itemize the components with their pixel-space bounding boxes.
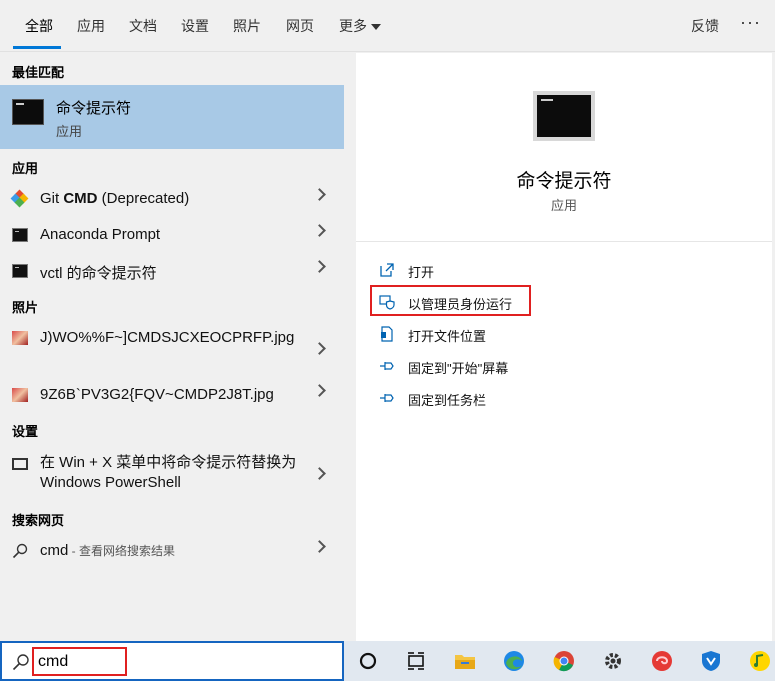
chevron-right-icon[interactable] — [313, 467, 326, 480]
pin-icon — [380, 394, 394, 402]
music-icon[interactable] — [748, 649, 770, 673]
image-icon — [12, 388, 28, 402]
settings-result[interactable]: 在 Win + X 菜单中将命令提示符替换为 Windows PowerShel… — [0, 453, 344, 497]
photo-result-label: J)WO%%F~]CMDSJCXEOCPRFP.jpg — [40, 329, 295, 346]
tab-apps[interactable]: 应用 — [77, 16, 105, 36]
preview-pane: 命令提示符 应用 打开 以管理员身份运行 打开文件位置 固定到"开始"屏幕 固定… — [356, 53, 772, 641]
app-result-label: vctl 的命令提示符 — [40, 265, 157, 282]
web-suffix: - 查看网络搜索结果 — [68, 544, 176, 558]
anaconda-prompt-icon — [12, 228, 28, 242]
command-prompt-icon — [12, 99, 44, 125]
app-result-label: Anaconda Prompt — [40, 226, 161, 243]
chevron-right-icon[interactable] — [313, 384, 326, 397]
settings-gear-icon[interactable] — [601, 649, 625, 673]
search-icon — [12, 654, 29, 671]
file-explorer-icon[interactable] — [453, 649, 477, 673]
action-label: 固定到"开始"屏幕 — [408, 361, 509, 376]
action-label: 固定到任务栏 — [408, 393, 487, 408]
section-photos: 照片 — [12, 300, 39, 315]
image-icon — [12, 331, 28, 345]
section-best-match: 最佳匹配 — [12, 65, 65, 80]
tab-settings[interactable]: 设置 — [181, 16, 209, 36]
active-tab-indicator — [13, 46, 61, 49]
web-query: cmd — [40, 542, 69, 559]
tab-web[interactable]: 网页 — [286, 16, 314, 36]
chevron-right-icon[interactable] — [313, 224, 326, 237]
app-icon[interactable] — [650, 649, 674, 673]
photo-result-1[interactable]: J)WO%%F~]CMDSJCXEOCPRFP.jpg — [0, 328, 344, 374]
action-open[interactable]: 打开 — [376, 259, 756, 281]
security-icon[interactable] — [699, 649, 723, 673]
best-match-item[interactable]: 命令提示符 应用 — [0, 85, 344, 149]
action-label: 打开文件位置 — [408, 329, 487, 344]
git-icon — [10, 189, 29, 208]
cortana-icon[interactable] — [356, 649, 380, 673]
photo-result-label: 9Z6B`PV3G2{FQV~CMDP2J8T.jpg — [40, 386, 274, 403]
preview-title: 命令提示符 — [516, 171, 612, 192]
app-result-label: Git CMD (Deprecated) — [40, 190, 189, 207]
results-list: 最佳匹配 命令提示符 应用 应用 Git CMD (Deprecated) An… — [0, 53, 344, 641]
app-result-git-cmd[interactable]: Git CMD (Deprecated) — [0, 181, 344, 217]
label-text: (Deprecated) — [97, 190, 190, 207]
chrome-icon[interactable] — [552, 649, 576, 673]
best-match-title: 命令提示符 — [56, 100, 132, 117]
tab-all[interactable]: 全部 — [25, 16, 53, 36]
divider — [356, 241, 772, 242]
tab-more-label: 更多 — [339, 18, 367, 34]
open-icon — [380, 263, 394, 277]
command-prompt-icon — [533, 91, 595, 141]
edge-icon[interactable] — [502, 649, 526, 673]
label-text: Git — [40, 190, 64, 207]
chevron-right-icon[interactable] — [313, 540, 326, 553]
best-match-subtitle: 应用 — [56, 124, 83, 139]
section-web: 搜索网页 — [12, 513, 65, 528]
web-search-label: cmd - 查看网络搜索结果 — [40, 542, 175, 559]
search-icon — [12, 543, 28, 559]
settings-window-icon — [12, 458, 28, 470]
taskbar — [344, 641, 775, 681]
feedback-button[interactable]: 反馈 — [691, 16, 719, 36]
action-pin-to-start[interactable]: 固定到"开始"屏幕 — [376, 355, 756, 377]
pin-icon — [380, 362, 394, 370]
app-result-anaconda[interactable]: Anaconda Prompt — [0, 217, 344, 253]
file-location-icon — [381, 326, 393, 342]
annotation-highlight-box — [32, 647, 127, 676]
action-open-file-location[interactable]: 打开文件位置 — [376, 323, 756, 345]
more-options-button[interactable]: ··· — [740, 12, 761, 33]
tab-documents[interactable]: 文档 — [129, 16, 157, 36]
tab-photos[interactable]: 照片 — [233, 16, 261, 36]
search-filter-bar: 全部 应用 文档 设置 照片 网页 更多 反馈 ··· — [0, 0, 775, 52]
chevron-right-icon[interactable] — [313, 342, 326, 355]
task-view-icon[interactable] — [404, 649, 428, 673]
section-settings: 设置 — [12, 424, 39, 439]
chevron-right-icon[interactable] — [313, 260, 326, 273]
chevron-right-icon[interactable] — [313, 188, 326, 201]
vctl-prompt-icon — [12, 264, 28, 278]
web-search-result[interactable]: cmd - 查看网络搜索结果 — [0, 533, 344, 569]
action-pin-to-taskbar[interactable]: 固定到任务栏 — [376, 387, 756, 409]
match-highlight: CMD — [63, 190, 98, 207]
photo-result-2[interactable]: 9Z6B`PV3G2{FQV~CMDP2J8T.jpg — [0, 377, 344, 413]
settings-result-label: 在 Win + X 菜单中将命令提示符替换为 Windows PowerShel… — [40, 454, 297, 491]
tab-more[interactable]: 更多 — [339, 16, 381, 36]
chevron-down-icon — [371, 24, 381, 31]
action-label: 打开 — [408, 265, 435, 280]
preview-subtitle: 应用 — [550, 198, 577, 213]
app-result-vctl[interactable]: vctl 的命令提示符 — [0, 253, 344, 289]
section-apps: 应用 — [12, 161, 39, 176]
annotation-highlight-box — [370, 285, 531, 316]
